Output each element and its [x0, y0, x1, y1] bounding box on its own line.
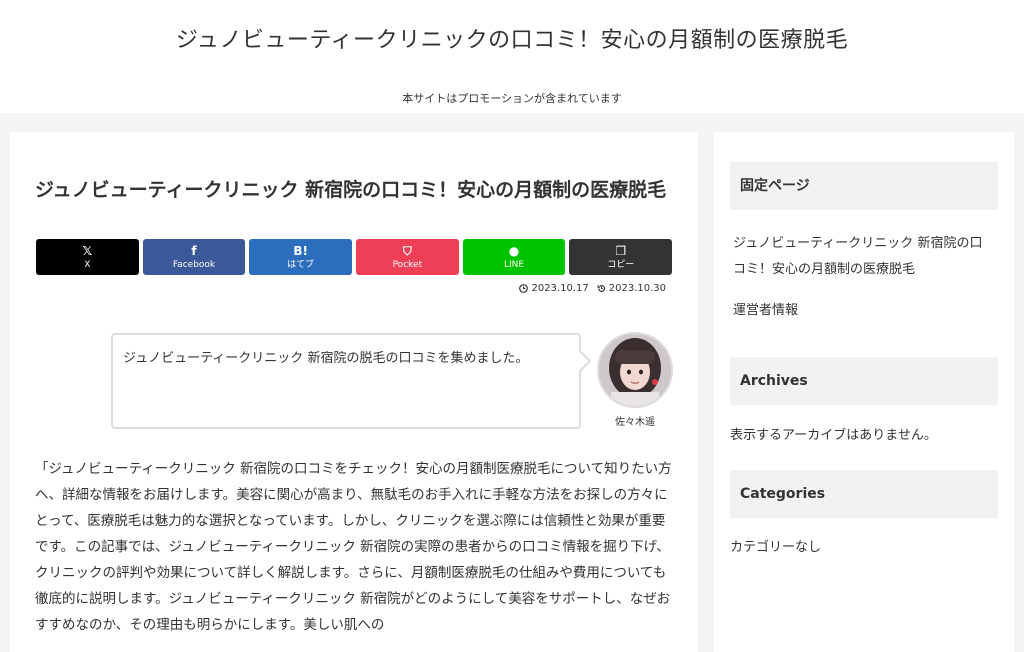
copy-icon: ❐ — [615, 244, 627, 258]
article-body: 「ジュノビューティークリニック 新宿院の口コミをチェック！安心の月額制医療脱毛に… — [35, 461, 672, 633]
clock-icon — [519, 284, 529, 293]
share-buttons: 𝕏 X f Facebook B! はてブ ⛉ Pocket ● LINE ❐ … — [36, 239, 673, 275]
share-facebook-button[interactable]: f Facebook — [142, 239, 246, 275]
speech-balloon: ジュノビューティークリニック 新宿院の脱毛の口コミを集めました。 — [111, 333, 581, 429]
updated-date-text: 2023.10.30 — [608, 283, 666, 294]
share-label: LINE — [503, 259, 525, 270]
x-icon: 𝕏 — [82, 244, 93, 258]
entry-title: ジュノビューティークリニック 新宿院の口コミ！安心の月額制の医療脱毛 — [35, 179, 667, 201]
share-x-button[interactable]: 𝕏 X — [36, 239, 139, 275]
facebook-icon: f — [191, 244, 197, 258]
share-label: Pocket — [392, 259, 423, 270]
share-line-button[interactable]: ● LINE — [462, 239, 566, 275]
history-icon — [597, 285, 605, 292]
categories-empty-text: カテゴリーなし — [730, 540, 822, 555]
share-label: はてブ — [287, 259, 315, 270]
main-content: ジュノビューティークリニック 新宿院の口コミ！安心の月額制の医療脱毛 𝕏 X f… — [10, 132, 698, 652]
post-dates: 2023.10.17 2023.10.30 — [519, 283, 666, 294]
posted-date: 2023.10.17 — [519, 283, 589, 294]
updated-date: 2023.10.30 — [597, 283, 666, 294]
widget-title-archives: Archives — [730, 357, 998, 405]
share-pocket-button[interactable]: ⛉ Pocket — [356, 239, 459, 275]
share-label: X — [84, 259, 91, 270]
archives-empty-text: 表示するアーカイブはありません。 — [730, 428, 937, 443]
site-tagline: 本サイトはプロモーションが含まれています — [402, 92, 622, 105]
site-header: ジュノビューティークリニックの口コミ！安心の月額制の医療脱毛 本サイトはプロモー… — [0, 0, 1024, 113]
copy-link-button[interactable]: ❐ コピー — [569, 239, 673, 275]
share-hatena-button[interactable]: B! はてブ — [249, 239, 353, 275]
site-title[interactable]: ジュノビューティークリニックの口コミ！安心の月額制の医療脱毛 — [0, 22, 1024, 54]
share-label: Facebook — [172, 259, 216, 270]
sidebar-link-operator[interactable]: 運営者情報 — [733, 298, 995, 324]
posted-date-text: 2023.10.17 — [531, 283, 589, 294]
line-icon: ● — [508, 244, 520, 258]
hatena-icon: B! — [293, 244, 308, 258]
sidebar: 固定ページ ジュノビューティークリニック 新宿院の口コミ！安心の月額制の医療脱毛… — [714, 132, 1014, 652]
pocket-icon: ⛉ — [402, 244, 412, 258]
widget-title-categories: Categories — [730, 470, 998, 518]
share-label: コピー — [607, 259, 635, 270]
sidebar-link-article[interactable]: ジュノビューティークリニック 新宿院の口コミ！安心の月額制の医療脱毛 — [733, 231, 995, 283]
author-name: 佐々木遥 — [615, 417, 655, 428]
widget-title-fixed-pages: 固定ページ — [730, 162, 998, 210]
avatar-illustration — [599, 334, 671, 406]
author-avatar — [597, 332, 673, 408]
